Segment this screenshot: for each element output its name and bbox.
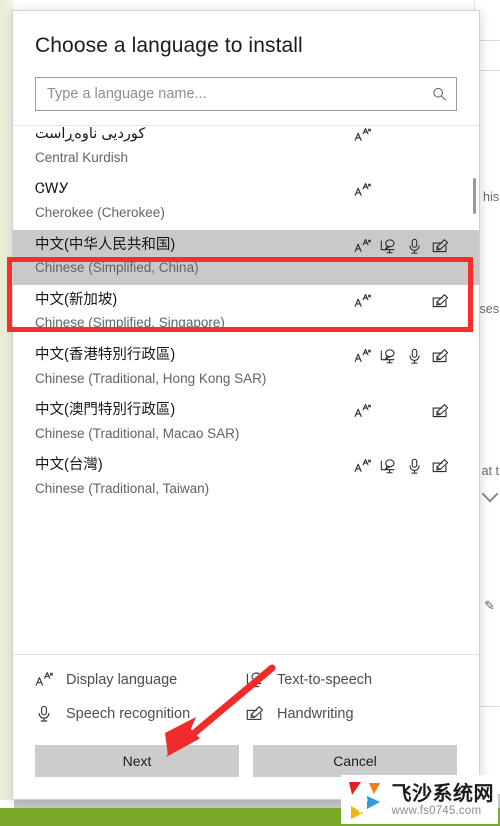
- legend-item-handwriting: Handwriting: [246, 705, 457, 723]
- language-feature-icons: [354, 181, 449, 199]
- watermark: 飞沙系统网 www.fs0745.com: [340, 775, 498, 824]
- page-title: Choose a language to install: [35, 34, 303, 57]
- background-text-fragment: his: [483, 190, 499, 204]
- legend-label: Display language: [66, 672, 178, 688]
- next-button[interactable]: Next: [35, 745, 239, 777]
- display-language-icon: [354, 182, 371, 199]
- language-list-item[interactable]: 中文(澳門特別行政區) Chinese (Traditional, Macao S…: [13, 395, 479, 450]
- handwriting-icon: ✎: [484, 598, 495, 613]
- screenshot-root: his ses at t ✎ Choose a language to inst…: [0, 0, 500, 826]
- handwriting-icon: [432, 348, 449, 365]
- text-to-speech-icon: [380, 238, 397, 255]
- language-list-item[interactable]: 中文(中华人民共和国) Chinese (Simplified, China): [13, 229, 479, 285]
- display-language-icon: [354, 348, 371, 365]
- text-to-speech-icon: [380, 348, 397, 365]
- language-labels: 中文(新加坡) Chinese (Simplified, Singapore): [35, 292, 225, 331]
- legend-label: Handwriting: [277, 706, 354, 722]
- display-language-icon: [354, 458, 371, 475]
- language-feature-icons: [354, 457, 449, 475]
- text-to-speech-icon: [380, 458, 397, 475]
- language-feature-icons: [354, 347, 449, 365]
- handwriting-icon: [432, 403, 449, 420]
- language-native-name: ᏣᎳᎩ: [35, 181, 69, 198]
- language-feature-icons: [354, 402, 449, 420]
- search-box[interactable]: [35, 77, 457, 112]
- display-language-icon: [35, 671, 53, 689]
- language-english-name: Cherokee (Cherokee): [35, 205, 165, 221]
- legend-item-speech-recognition: Speech recognition: [35, 705, 246, 723]
- language-list: کوردیی ناوەڕاست Central Kurdish ᏣᎳᎩ Cheroke…: [13, 126, 479, 505]
- display-language-icon: [354, 238, 371, 255]
- language-english-name: Chinese (Traditional, Hong Kong SAR): [35, 370, 267, 386]
- language-feature-icons: [354, 292, 449, 310]
- handwriting-icon: [432, 238, 449, 255]
- watermark-texts: 飞沙系统网 www.fs0745.com: [391, 781, 495, 818]
- search-input[interactable]: [36, 78, 456, 111]
- display-language-icon: [354, 293, 371, 310]
- speech-recognition-icon: [406, 458, 423, 475]
- feature-legend: Display language Text-to-speech Speech rec…: [13, 654, 479, 735]
- background-text-fragment: at t: [481, 464, 499, 478]
- watermark-title: 飞沙系统网: [391, 781, 494, 805]
- speech-recognition-icon: [406, 238, 423, 255]
- list-scrollbar[interactable]: [471, 126, 477, 654]
- language-feature-icons: [354, 126, 449, 144]
- language-native-name: کوردیی ناوەڕاست: [35, 126, 146, 143]
- language-english-name: Chinese (Traditional, Macao SAR): [35, 425, 240, 441]
- dialog-header: Choose a language to install: [13, 11, 479, 59]
- legend-label: Text-to-speech: [277, 672, 373, 688]
- language-feature-icons: [354, 237, 449, 255]
- language-list-scroll[interactable]: کوردیی ناوەڕاست Central Kurdish ᏣᎳᎩ Cheroke…: [13, 125, 479, 654]
- language-native-name: 中文(澳門特別行政區): [35, 402, 176, 419]
- display-language-icon: [354, 127, 371, 144]
- handwriting-icon: [432, 293, 449, 310]
- language-native-name: 中文(中华人民共和国): [35, 236, 176, 253]
- speech-recognition-icon: [35, 705, 53, 723]
- language-list-item[interactable]: 中文(台灣) Chinese (Traditional, Taiwan): [13, 450, 479, 505]
- language-english-name: Chinese (Traditional, Taiwan): [35, 481, 210, 497]
- cancel-button[interactable]: Cancel: [253, 745, 457, 777]
- language-labels: 中文(台灣) Chinese (Traditional, Taiwan): [35, 457, 209, 496]
- display-language-icon: [354, 403, 371, 420]
- language-native-name: 中文(台灣): [35, 457, 103, 474]
- language-labels: ᏣᎳᎩ Cherokee (Cherokee): [35, 181, 165, 220]
- watermark-url: www.fs0745.com: [391, 805, 482, 817]
- legend-item-display-language: Display language: [35, 671, 246, 689]
- language-labels: کوردیی ناوەڕاست Central Kurdish: [35, 126, 145, 165]
- choose-language-dialog: Choose a language to install کوردیی ناوە…: [12, 10, 480, 800]
- search-icon: [432, 87, 447, 102]
- language-labels: 中文(香港特別行政區) Chinese (Traditional, Hong Ko…: [35, 347, 266, 386]
- handwriting-icon: [246, 705, 264, 723]
- language-labels: 中文(中华人民共和国) Chinese (Simplified, China): [35, 237, 199, 276]
- scrollbar-thumb[interactable]: [473, 178, 476, 215]
- language-labels: 中文(澳門特別行政區) Chinese (Traditional, Macao S…: [35, 402, 239, 441]
- search-section: [13, 59, 479, 125]
- language-native-name: 中文(新加坡): [35, 291, 118, 308]
- chevron-down-icon[interactable]: [481, 485, 499, 503]
- background-text-fragment: ses: [479, 302, 499, 316]
- language-english-name: Chinese (Simplified, Singapore): [35, 315, 225, 331]
- speech-recognition-icon: [406, 348, 423, 365]
- legend-label: Speech recognition: [66, 706, 191, 722]
- language-list-item[interactable]: کوردیی ناوەڕاست Central Kurdish: [13, 126, 479, 174]
- language-list-item[interactable]: 中文(香港特別行政區) Chinese (Traditional, Hong Ko…: [13, 340, 479, 395]
- text-to-speech-icon: [246, 671, 264, 689]
- language-native-name: 中文(香港特別行政區): [35, 347, 176, 363]
- language-english-name: Chinese (Simplified, China): [35, 260, 199, 276]
- legend-item-text-to-speech: Text-to-speech: [246, 671, 457, 689]
- language-list-item[interactable]: 中文(新加坡) Chinese (Simplified, Singapore): [13, 285, 479, 340]
- language-english-name: Central Kurdish: [35, 149, 129, 165]
- watermark-logo-icon: [348, 782, 380, 819]
- language-list-item[interactable]: ᏣᎳᎩ Cherokee (Cherokee): [13, 174, 479, 229]
- handwriting-icon: [432, 458, 449, 475]
